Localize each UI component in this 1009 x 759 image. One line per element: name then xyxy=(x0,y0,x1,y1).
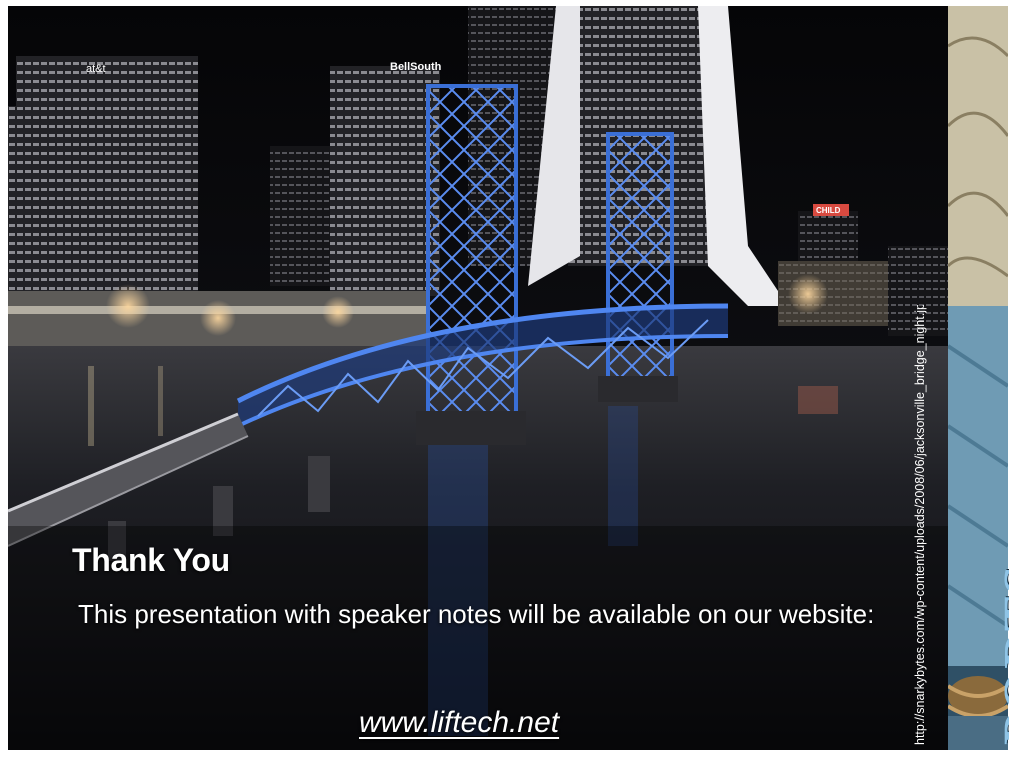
ports-year: 2010 xyxy=(1003,448,1009,533)
bridge-tower-right xyxy=(606,132,674,386)
sign-bellsouth: BellSouth xyxy=(390,61,442,73)
slide: at&t BellSouth CHILD Thank You This pres… xyxy=(8,6,948,750)
sign-child: CHILD xyxy=(816,206,841,215)
website-link[interactable]: www.liftech.net xyxy=(359,706,559,740)
photo-credit-url: http://snarkybytes.com/wp-content/upload… xyxy=(913,305,927,745)
sign-att: at&t xyxy=(86,63,106,75)
thank-you-heading: Thank You xyxy=(72,542,230,578)
availability-note: This presentation with speaker notes wil… xyxy=(78,599,875,629)
ports-2010-title: PORTSTM2010 xyxy=(994,448,1009,745)
ports-word: PORTS xyxy=(994,563,1009,745)
bridge-tower-left xyxy=(426,84,518,418)
city-bridge-photo: at&t BellSouth CHILD xyxy=(8,6,948,750)
